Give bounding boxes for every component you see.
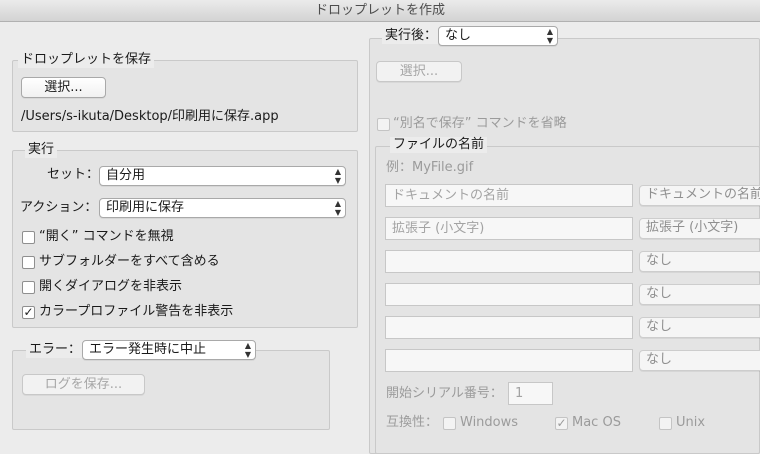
naming-select-2-value: 拡張子 (小文字) bbox=[646, 220, 739, 235]
chevron-up-down-icon: ▲ ▼ bbox=[334, 199, 341, 217]
suppress-open-dialog-label: 開くダイアログを非表示 bbox=[39, 279, 183, 294]
window-title: ドロップレットを作成 bbox=[0, 0, 760, 22]
chevron-up-down-icon: ▲ ▼ bbox=[334, 167, 341, 185]
naming-select-1[interactable]: ドキュメントの名前 bbox=[639, 185, 760, 206]
naming-select-5[interactable]: なし bbox=[639, 317, 760, 338]
serial-label: 開始シリアル番号： bbox=[386, 386, 503, 401]
override-open-checkbox[interactable] bbox=[22, 231, 35, 244]
compat-unix-label: Unix bbox=[676, 415, 706, 430]
naming-field-5[interactable] bbox=[385, 316, 633, 339]
droplet-path: /Users/s-ikuta/Desktop/印刷用に保存.app bbox=[21, 109, 279, 124]
naming-select-6-value: なし bbox=[646, 352, 673, 367]
naming-select-2[interactable]: 拡張子 (小文字) bbox=[639, 218, 760, 239]
include-subfolders-label: サブフォルダーをすべて含める bbox=[39, 254, 220, 269]
naming-select-3[interactable]: なし bbox=[639, 251, 760, 272]
compat-macos-label: Mac OS bbox=[572, 415, 621, 430]
override-save-as-label: “別名で保存” コマンドを省略 bbox=[393, 116, 567, 131]
compat-macos-checkbox[interactable]: ✓ bbox=[555, 417, 568, 430]
destination-select-value: なし bbox=[445, 28, 472, 43]
errors-label: エラー： bbox=[26, 342, 85, 358]
include-subfolders-checkbox[interactable] bbox=[22, 256, 35, 269]
destination-select[interactable]: なし ▲ ▼ bbox=[438, 26, 558, 46]
file-naming-example: 例：MyFile.gif bbox=[386, 160, 474, 175]
suppress-open-dialog-checkbox[interactable] bbox=[22, 281, 35, 294]
naming-select-4-value: なし bbox=[646, 286, 673, 301]
errors-select[interactable]: エラー発生時に中止 ▲ ▼ bbox=[82, 340, 256, 360]
naming-select-1-value: ドキュメントの名前 bbox=[646, 187, 760, 202]
action-select-value: 印刷用に保存 bbox=[106, 200, 185, 215]
naming-field-4[interactable] bbox=[385, 283, 633, 306]
naming-field-1[interactable]: ドキュメントの名前 bbox=[385, 184, 633, 207]
action-label: アクション： bbox=[20, 200, 98, 215]
chevron-up-down-icon: ▲ ▼ bbox=[244, 341, 251, 359]
save-droplet-legend: ドロップレットを保存 bbox=[18, 52, 155, 68]
naming-field-2[interactable]: 拡張子 (小文字) bbox=[385, 217, 633, 240]
set-select[interactable]: 自分用 ▲ ▼ bbox=[99, 166, 346, 186]
override-open-label: “開く” コマンドを無視 bbox=[39, 229, 174, 244]
checkmark-icon: ✓ bbox=[23, 305, 34, 319]
naming-field-6[interactable] bbox=[385, 349, 633, 372]
naming-select-4[interactable]: なし bbox=[639, 284, 760, 305]
errors-select-value: エラー発生時に中止 bbox=[89, 342, 207, 357]
destination-choose-button[interactable]: 選択... bbox=[376, 61, 462, 82]
save-droplet-choose-button[interactable]: 選択... bbox=[21, 77, 106, 98]
naming-field-3[interactable] bbox=[385, 250, 633, 273]
set-select-value: 自分用 bbox=[106, 168, 146, 183]
naming-select-5-value: なし bbox=[646, 319, 673, 334]
action-select[interactable]: 印刷用に保存 ▲ ▼ bbox=[99, 198, 346, 218]
suppress-color-warning-label: カラープロファイル警告を非表示 bbox=[39, 304, 234, 319]
checkmark-icon: ✓ bbox=[556, 416, 567, 430]
suppress-color-warning-checkbox[interactable]: ✓ bbox=[22, 306, 35, 319]
set-label: セット： bbox=[47, 167, 100, 182]
save-log-button[interactable]: ログを保存... bbox=[22, 374, 145, 395]
compat-label: 互換性： bbox=[386, 415, 439, 430]
serial-input[interactable]: 1 bbox=[508, 382, 553, 405]
file-naming-legend: ファイルの名前 bbox=[390, 137, 488, 153]
compat-windows-checkbox[interactable] bbox=[443, 417, 456, 430]
chevron-up-down-icon: ▲ ▼ bbox=[546, 27, 553, 45]
destination-label: 実行後： bbox=[382, 28, 441, 44]
compat-unix-checkbox[interactable] bbox=[659, 417, 672, 430]
compat-windows-label: Windows bbox=[460, 415, 519, 430]
naming-select-6[interactable]: なし bbox=[639, 350, 760, 371]
play-legend: 実行 bbox=[25, 142, 58, 158]
naming-select-3-value: なし bbox=[646, 253, 673, 268]
override-save-as-checkbox[interactable] bbox=[377, 118, 390, 131]
